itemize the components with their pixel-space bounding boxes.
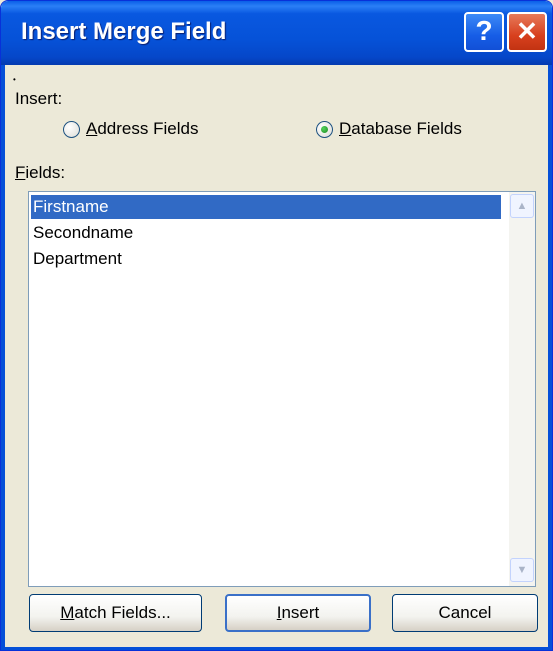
cancel-button[interactable]: Cancel [392, 594, 538, 632]
close-button[interactable]: ✕ [507, 12, 547, 52]
list-item-secondname[interactable]: Secondname [31, 221, 133, 245]
scroll-up-button[interactable]: ▲ [510, 194, 534, 218]
focus-dot: • [13, 75, 16, 84]
insert-merge-field-dialog: Insert Merge Field ? ✕ • Insert: Address… [0, 0, 553, 651]
close-icon: ✕ [516, 16, 538, 46]
match-fields-label: Match Fields... [60, 603, 171, 622]
insert-label: Insert [276, 603, 320, 622]
help-button[interactable]: ? [464, 12, 504, 52]
title-bar[interactable]: Insert Merge Field ? ✕ [1, 1, 552, 65]
match-fields-button[interactable]: Match Fields... [29, 594, 202, 632]
radio-circle [63, 120, 80, 138]
insert-label: Insert: [15, 89, 63, 108]
help-icon: ? [475, 15, 493, 46]
radio-circle-checked [316, 120, 333, 138]
fields-listbox[interactable]: Firstname Secondname Department ▲ ▼ [28, 191, 536, 587]
dialog-title: Insert Merge Field [21, 18, 227, 45]
list-item-department[interactable]: Department [31, 247, 122, 271]
database-fields-radio[interactable]: Database Fields [316, 119, 462, 139]
address-fields-label: Address Fields [86, 119, 199, 138]
chevron-up-icon: ▲ [516, 200, 528, 212]
list-item-firstname[interactable]: Firstname [31, 195, 501, 219]
scroll-down-button[interactable]: ▼ [510, 558, 534, 582]
database-fields-label: Database Fields [339, 119, 462, 138]
cancel-label: Cancel [438, 603, 492, 622]
fields-scrollbar[interactable]: ▲ ▼ [509, 192, 535, 586]
insert-button[interactable]: Insert [225, 594, 371, 632]
chevron-down-icon: ▼ [516, 564, 528, 576]
address-fields-radio[interactable]: Address Fields [63, 119, 198, 139]
fields-label: Fields: [15, 163, 66, 182]
